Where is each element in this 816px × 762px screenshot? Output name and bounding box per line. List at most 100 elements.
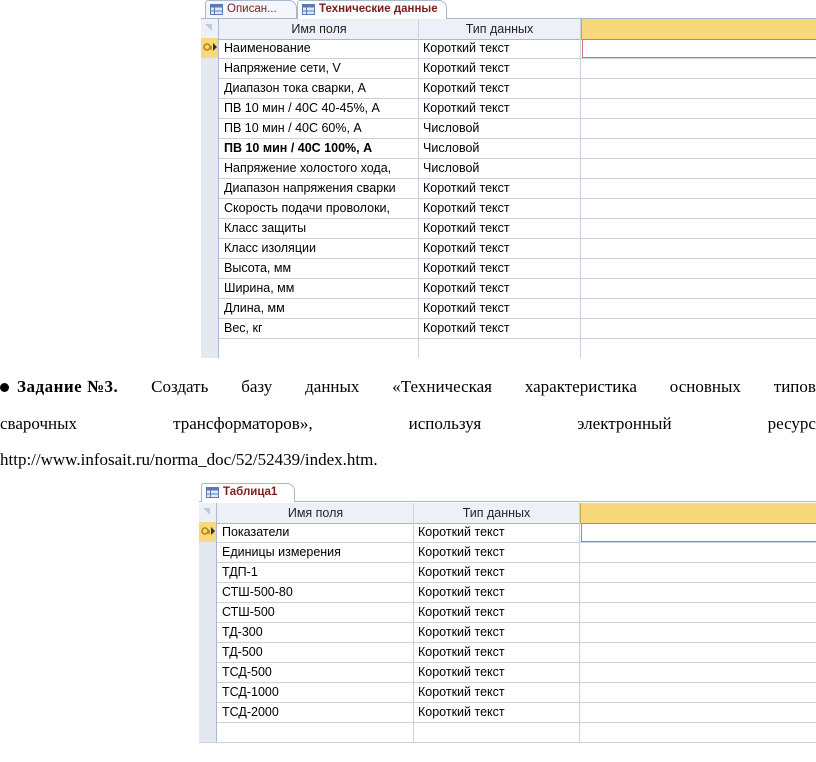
data-type-cell[interactable]: Короткий текст [414, 562, 580, 582]
field-row[interactable]: Ширина, мм Короткий текст [201, 278, 816, 299]
data-type-cell[interactable]: Короткий текст [414, 682, 580, 702]
field-row[interactable]: Вес, кг Короткий текст [201, 318, 816, 339]
field-name-cell[interactable]: Диапазон напряжения сварки [220, 178, 419, 198]
field-name-cell[interactable]: ТД-500 [218, 642, 414, 662]
field-row[interactable]: Напряжение сети, V Короткий текст [201, 58, 816, 79]
data-type-cell[interactable]: Короткий текст [414, 622, 580, 642]
data-type-cell[interactable] [419, 338, 581, 358]
data-type-cell[interactable]: Короткий текст [419, 258, 581, 278]
field-row[interactable]: ТСД-500 Короткий текст [199, 662, 816, 683]
description-cell[interactable] [580, 582, 816, 602]
data-type-cell[interactable]: Короткий текст [414, 602, 580, 622]
row-selector[interactable] [199, 642, 217, 662]
description-cell[interactable] [580, 642, 816, 662]
data-type-cell[interactable]: Короткий текст [414, 582, 580, 602]
empty-field-row[interactable] [201, 338, 816, 358]
field-row[interactable]: Показатели Короткий текст [199, 522, 816, 543]
field-row[interactable]: ПВ 10 мин / 40С 40-45%, А Короткий текст [201, 98, 816, 119]
field-row[interactable]: ТСД-2000 Короткий текст [199, 702, 816, 723]
description-cell[interactable] [581, 38, 816, 58]
row-selector[interactable] [199, 542, 217, 562]
field-row[interactable]: Класс защиты Короткий текст [201, 218, 816, 239]
row-selector[interactable] [201, 338, 219, 358]
tab-opisanie[interactable]: Описан... [205, 0, 297, 18]
description-cell[interactable] [581, 258, 816, 278]
row-selector[interactable] [201, 238, 219, 258]
description-cell[interactable] [580, 702, 816, 722]
description-cell[interactable] [580, 622, 816, 642]
row-selector[interactable] [201, 318, 219, 338]
data-type-cell[interactable]: Короткий текст [419, 98, 581, 118]
field-row[interactable]: Диапазон тока сварки, А Короткий текст [201, 78, 816, 99]
field-name-cell[interactable]: ТДП-1 [218, 562, 414, 582]
field-row[interactable]: Высота, мм Короткий текст [201, 258, 816, 279]
field-name-cell[interactable]: ТСД-2000 [218, 702, 414, 722]
description-cell[interactable] [581, 278, 816, 298]
active-description-cell[interactable] [581, 523, 816, 542]
data-type-cell[interactable]: Короткий текст [419, 278, 581, 298]
field-name-cell[interactable]: Скорость подачи проволоки, [220, 198, 419, 218]
field-name-cell[interactable]: Напряжение холостого хода, [220, 158, 419, 178]
field-name-cell[interactable]: ТД-300 [218, 622, 414, 642]
data-type-cell[interactable]: Короткий текст [419, 58, 581, 78]
field-name-cell[interactable] [220, 338, 419, 358]
data-type-cell[interactable]: Короткий текст [414, 522, 580, 542]
row-selector[interactable] [201, 158, 219, 178]
field-row[interactable]: ТСД-1000 Короткий текст [199, 682, 816, 703]
row-selector[interactable] [199, 662, 217, 682]
field-name-cell[interactable]: СТШ-500 [218, 602, 414, 622]
field-name-cell[interactable]: ПВ 10 мин / 40С 40-45%, А [220, 98, 419, 118]
field-name-cell[interactable]: Ширина, мм [220, 278, 419, 298]
data-type-cell[interactable]: Короткий текст [419, 238, 581, 258]
tab-table1[interactable]: Таблица1 [201, 483, 295, 502]
field-row[interactable]: ТД-500 Короткий текст [199, 642, 816, 663]
description-cell[interactable] [581, 178, 816, 198]
data-type-cell[interactable]: Числовой [419, 158, 581, 178]
data-type-cell[interactable]: Короткий текст [419, 318, 581, 338]
field-name-cell[interactable]: Вес, кг [220, 318, 419, 338]
row-selector[interactable] [201, 38, 219, 58]
field-name-cell[interactable]: Класс защиты [220, 218, 419, 238]
description-cell[interactable] [581, 338, 816, 358]
row-selector[interactable] [201, 58, 219, 78]
description-cell[interactable] [581, 218, 816, 238]
row-selector[interactable] [201, 98, 219, 118]
field-name-cell[interactable]: ПВ 10 мин / 40С 60%, А [220, 118, 419, 138]
row-selector[interactable] [199, 522, 217, 542]
row-selector[interactable] [201, 178, 219, 198]
description-cell[interactable] [580, 562, 816, 582]
field-name-cell[interactable]: Наименование [220, 38, 419, 58]
description-cell[interactable] [581, 158, 816, 178]
row-selector[interactable] [201, 198, 219, 218]
field-row[interactable]: Наименование Короткий текст [201, 38, 816, 59]
field-row[interactable]: Скорость подачи проволоки, Короткий текст [201, 198, 816, 219]
field-row[interactable]: ТД-300 Короткий текст [199, 622, 816, 643]
field-name-cell[interactable]: ПВ 10 мин / 40С 100%, А [220, 138, 419, 158]
row-selector[interactable] [201, 138, 219, 158]
data-type-cell[interactable]: Короткий текст [414, 702, 580, 722]
row-selector[interactable] [201, 218, 219, 238]
active-description-cell[interactable] [582, 39, 816, 58]
field-row[interactable]: ПВ 10 мин / 40С 100%, А Числовой [201, 138, 816, 159]
row-selector-header[interactable] [199, 503, 217, 523]
field-row[interactable]: Диапазон напряжения сварки Короткий текст [201, 178, 816, 199]
description-cell[interactable] [581, 58, 816, 78]
description-cell[interactable] [580, 682, 816, 702]
field-row[interactable]: ПВ 10 мин / 40С 60%, А Числовой [201, 118, 816, 139]
row-selector[interactable] [199, 702, 217, 722]
field-row[interactable]: СТШ-500-80 Короткий текст [199, 582, 816, 603]
row-selector[interactable] [201, 78, 219, 98]
description-cell[interactable] [581, 318, 816, 338]
data-type-cell[interactable]: Числовой [419, 138, 581, 158]
description-cell[interactable] [581, 78, 816, 98]
field-row[interactable]: СТШ-500 Короткий текст [199, 602, 816, 623]
row-selector[interactable] [201, 298, 219, 318]
description-cell[interactable] [580, 722, 816, 742]
data-type-cell[interactable] [414, 722, 580, 742]
row-selector[interactable] [199, 562, 217, 582]
description-cell[interactable] [581, 298, 816, 318]
data-type-cell[interactable]: Короткий текст [419, 198, 581, 218]
field-row[interactable]: Класс изоляции Короткий текст [201, 238, 816, 259]
row-selector[interactable] [199, 582, 217, 602]
row-selector[interactable] [201, 118, 219, 138]
